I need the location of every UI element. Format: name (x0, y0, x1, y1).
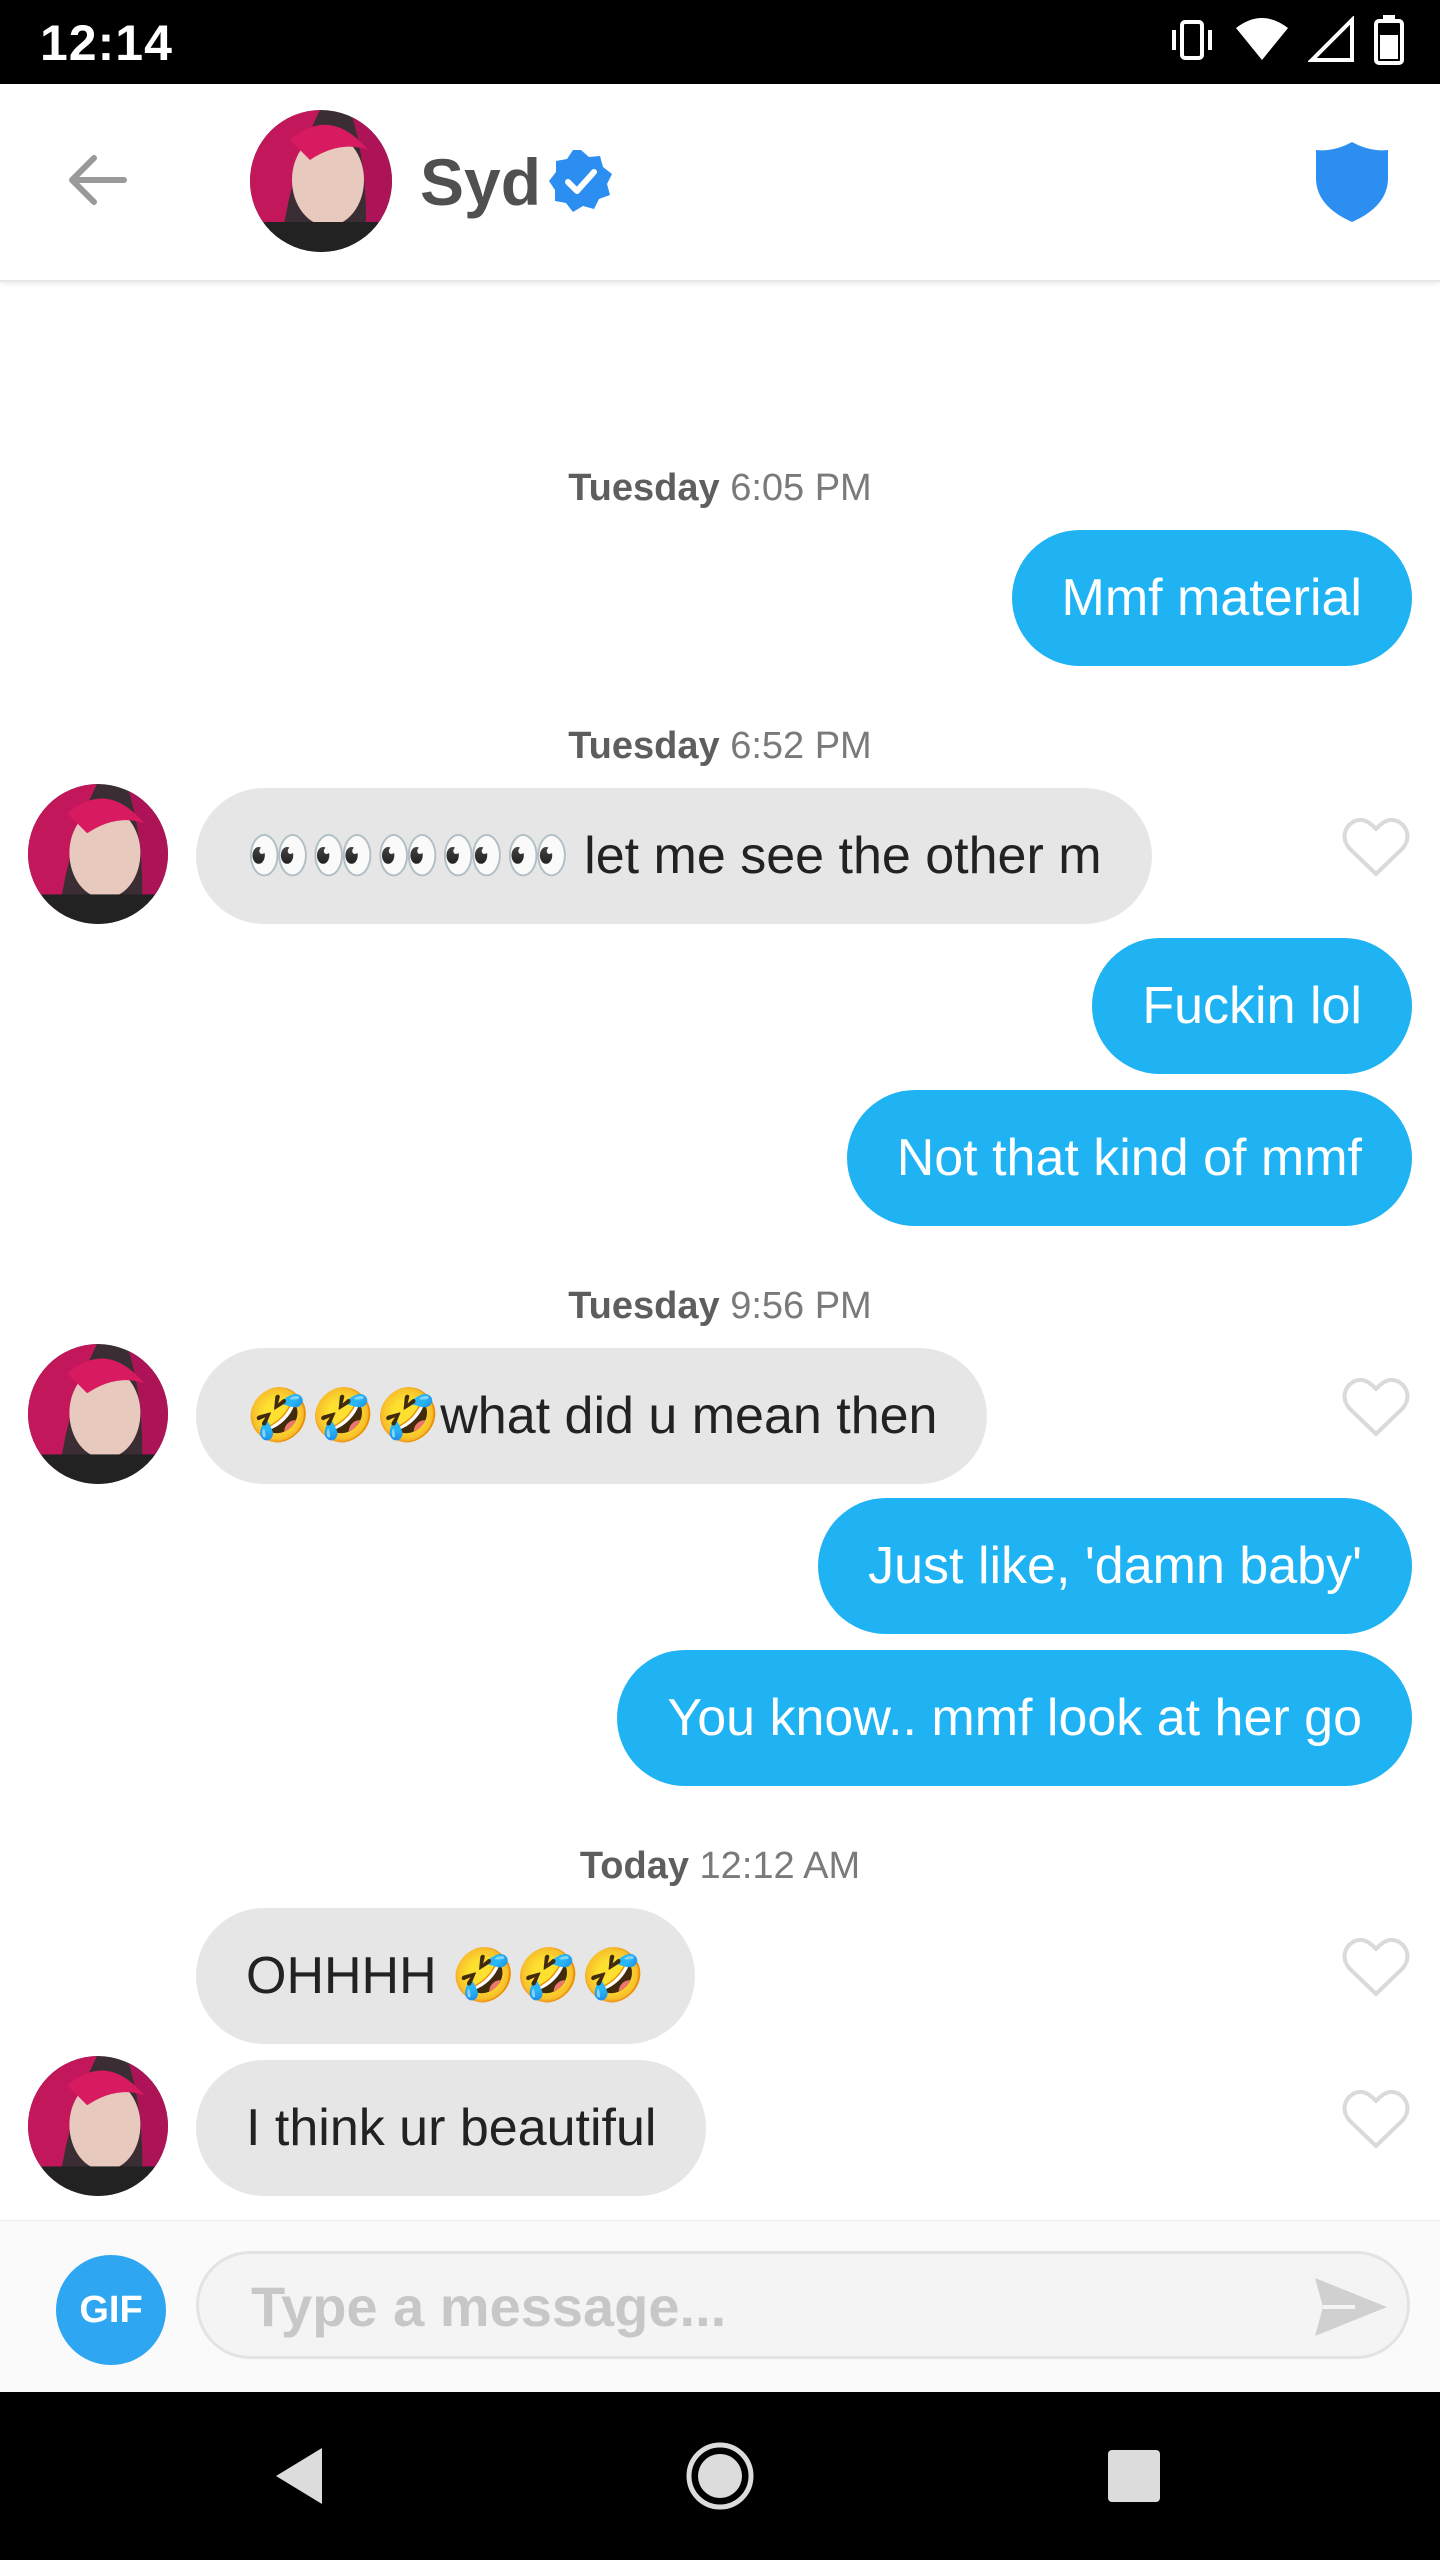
wifi-icon (1234, 16, 1290, 69)
timestamp-time: 9:56 PM (730, 1285, 872, 1327)
nav-recents-icon (1108, 2450, 1160, 2502)
outgoing-message[interactable]: You know.. mmf look at her go (617, 1650, 1412, 1786)
timestamp-time: 6:52 PM (730, 725, 872, 767)
sender-avatar[interactable] (28, 1344, 168, 1484)
sender-avatar[interactable] (28, 784, 168, 924)
like-heart-button[interactable] (1342, 1376, 1410, 1438)
timestamp-day: Tuesday (568, 725, 720, 767)
safety-shield-button[interactable] (1312, 140, 1392, 224)
status-time: 12:14 (40, 15, 173, 71)
vibrate-icon (1168, 16, 1216, 69)
battery-icon (1374, 14, 1404, 70)
heart-icon (1342, 1377, 1410, 1436)
timestamp-day: Today (579, 1845, 689, 1887)
contact-name[interactable]: Syd (420, 142, 541, 222)
timestamp-day: Tuesday (568, 467, 720, 509)
like-heart-button[interactable] (1342, 2088, 1410, 2150)
timestamp-time: 12:12 AM (699, 1845, 861, 1887)
like-heart-button[interactable] (1342, 816, 1410, 878)
incoming-message[interactable]: I think ur beautiful (196, 2060, 707, 2196)
status-icons (1168, 14, 1404, 70)
timestamp: Tuesday 6:05 PM (0, 466, 1440, 510)
heart-icon (1342, 2089, 1410, 2148)
timestamp-time: 6:05 PM (730, 467, 872, 509)
nav-back-icon (276, 2448, 322, 2504)
shield-icon (1316, 142, 1388, 222)
nav-home-button[interactable] (680, 2436, 760, 2516)
system-nav-bar (0, 2392, 1440, 2560)
like-heart-button[interactable] (1342, 1936, 1410, 1998)
gif-button[interactable]: GIF (56, 2255, 166, 2365)
message-input[interactable] (249, 2254, 1253, 2358)
outgoing-message[interactable]: Just like, 'damn baby' (818, 1498, 1412, 1634)
send-button[interactable] (1311, 2274, 1391, 2340)
verified-badge-icon (548, 148, 614, 214)
sender-avatar[interactable] (28, 2056, 168, 2196)
outgoing-message[interactable]: Not that kind of mmf (846, 1090, 1412, 1226)
outgoing-message[interactable]: Mmf material (1011, 530, 1412, 666)
arrow-left-icon (69, 155, 127, 205)
incoming-message[interactable]: 🤣🤣🤣what did u mean then (196, 1348, 988, 1484)
message-input-container (196, 2251, 1410, 2359)
timestamp: Today 12:12 AM (0, 1844, 1440, 1888)
nav-recents-button[interactable] (1094, 2436, 1174, 2516)
cell-signal-icon (1307, 14, 1356, 69)
incoming-message[interactable]: 👀👀👀👀👀 let me see the other m (196, 788, 1152, 924)
contact-avatar[interactable] (250, 110, 392, 252)
timestamp: Tuesday 6:52 PM (0, 724, 1440, 768)
incoming-message[interactable]: OHHHH 🤣🤣🤣 (196, 1908, 696, 2044)
outgoing-message[interactable]: Fuckin lol (1092, 938, 1412, 1074)
heart-icon (1342, 1937, 1410, 1996)
heart-icon (1342, 817, 1410, 876)
message-composer: GIF (0, 2220, 1440, 2393)
timestamp-day: Tuesday (568, 1285, 720, 1327)
send-icon (1315, 2278, 1387, 2336)
nav-back-button[interactable] (260, 2436, 340, 2516)
nav-home-icon (686, 2442, 754, 2510)
status-bar: 12:14 (0, 0, 1440, 84)
back-button[interactable] (56, 146, 136, 214)
timestamp: Tuesday 9:56 PM (0, 1284, 1440, 1328)
chat-header: Syd (0, 84, 1440, 282)
